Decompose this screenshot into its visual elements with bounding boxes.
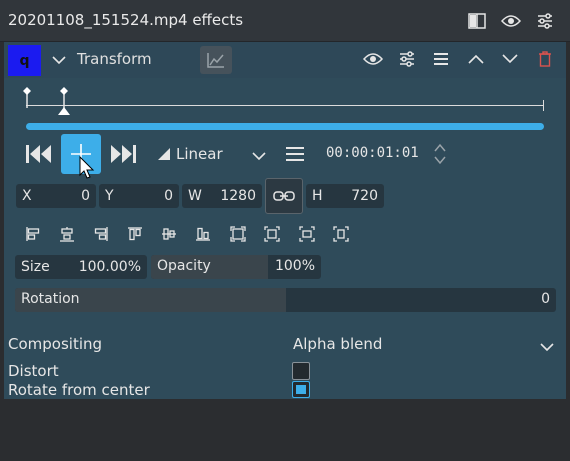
size-value: 100.00% bbox=[78, 259, 141, 275]
keyframe-ruler[interactable] bbox=[26, 105, 544, 106]
fit-height-icon[interactable] bbox=[331, 224, 351, 244]
h-value: 720 bbox=[351, 188, 378, 204]
effect-settings-icon[interactable] bbox=[395, 47, 419, 71]
chain-link-icon bbox=[273, 191, 295, 201]
rotation-label: Rotation bbox=[21, 291, 80, 307]
align-hcenter-icon[interactable] bbox=[57, 224, 77, 244]
rotation-value: 0 bbox=[541, 291, 550, 307]
rotate-center-checkbox[interactable] bbox=[292, 381, 310, 398]
interpolation-dropdown-icon[interactable] bbox=[252, 149, 266, 165]
w-value: 1280 bbox=[220, 188, 256, 204]
keyframe-graph-button[interactable] bbox=[200, 46, 232, 74]
menu-icon[interactable] bbox=[429, 47, 453, 71]
fit-to-frame-icon[interactable] bbox=[228, 224, 248, 244]
x-value: 0 bbox=[81, 188, 90, 204]
opacity-value: 100% bbox=[274, 258, 315, 274]
align-top-icon[interactable] bbox=[125, 224, 145, 244]
keyframe-marker[interactable] bbox=[21, 86, 33, 112]
lock-ratio-button[interactable] bbox=[265, 178, 303, 214]
keyframe-marker-current[interactable] bbox=[57, 86, 71, 120]
interpolation-ramp-icon bbox=[158, 148, 170, 160]
distort-label: Distort bbox=[8, 362, 59, 380]
rotate-center-label: Rotate from center bbox=[8, 381, 150, 399]
mouse-cursor-icon bbox=[79, 155, 95, 184]
opacity-slider[interactable]: Opacity 100% bbox=[151, 255, 321, 279]
split-compare-icon[interactable] bbox=[465, 9, 489, 33]
rotation-slider[interactable]: Rotation 0 bbox=[15, 288, 556, 312]
interpolation-select[interactable]: Linear bbox=[157, 145, 223, 163]
move-up-icon[interactable] bbox=[464, 47, 488, 71]
x-label: X bbox=[22, 188, 32, 204]
keyframe-menu-icon[interactable] bbox=[285, 146, 305, 166]
compositing-label: Compositing bbox=[8, 335, 103, 353]
effects-header: 20201108_151524.mp4 effects bbox=[0, 0, 570, 42]
size-label: Size bbox=[21, 259, 50, 275]
eye-icon[interactable] bbox=[499, 9, 523, 33]
interpolation-value: Linear bbox=[176, 145, 223, 163]
chart-icon bbox=[207, 53, 224, 68]
ruler-end-tick bbox=[543, 100, 544, 111]
w-label: W bbox=[188, 188, 202, 204]
size-field[interactable]: Size 100.00% bbox=[15, 255, 147, 279]
effect-name: Transform bbox=[77, 50, 152, 68]
distort-checkbox[interactable] bbox=[292, 362, 310, 380]
previous-keyframe-icon[interactable] bbox=[22, 136, 56, 172]
next-keyframe-icon[interactable] bbox=[106, 136, 140, 172]
effect-badge[interactable]: q bbox=[8, 45, 41, 76]
y-label: Y bbox=[105, 188, 114, 204]
timeline-position-bar[interactable] bbox=[26, 123, 544, 130]
h-field[interactable]: H 720 bbox=[306, 184, 384, 208]
timecode-field[interactable]: 00:00:01:01 bbox=[326, 145, 419, 161]
opacity-label: Opacity bbox=[157, 258, 211, 274]
align-left-icon[interactable] bbox=[23, 224, 43, 244]
h-label: H bbox=[312, 188, 323, 204]
align-vcenter-icon[interactable] bbox=[159, 224, 179, 244]
y-value: 0 bbox=[164, 188, 173, 204]
align-bottom-icon[interactable] bbox=[193, 224, 213, 244]
empty-area bbox=[4, 399, 566, 461]
x-field[interactable]: X 0 bbox=[16, 184, 96, 208]
y-field[interactable]: Y 0 bbox=[99, 184, 179, 208]
effect-eye-icon[interactable] bbox=[361, 47, 385, 71]
compositing-dropdown-icon[interactable] bbox=[540, 340, 554, 356]
move-down-icon[interactable] bbox=[498, 47, 522, 71]
settings-sliders-icon[interactable] bbox=[533, 9, 557, 33]
timecode-spin-icon[interactable] bbox=[433, 142, 447, 170]
collapse-chevron-icon[interactable] bbox=[52, 53, 66, 69]
w-field[interactable]: W 1280 bbox=[182, 184, 262, 208]
effects-title: 20201108_151524.mp4 effects bbox=[8, 11, 244, 29]
delete-trash-icon[interactable] bbox=[533, 47, 557, 71]
fit-width-icon[interactable] bbox=[297, 224, 317, 244]
zoom-original-icon[interactable] bbox=[262, 224, 282, 244]
compositing-select[interactable]: Alpha blend bbox=[293, 335, 382, 353]
align-right-icon[interactable] bbox=[91, 224, 111, 244]
